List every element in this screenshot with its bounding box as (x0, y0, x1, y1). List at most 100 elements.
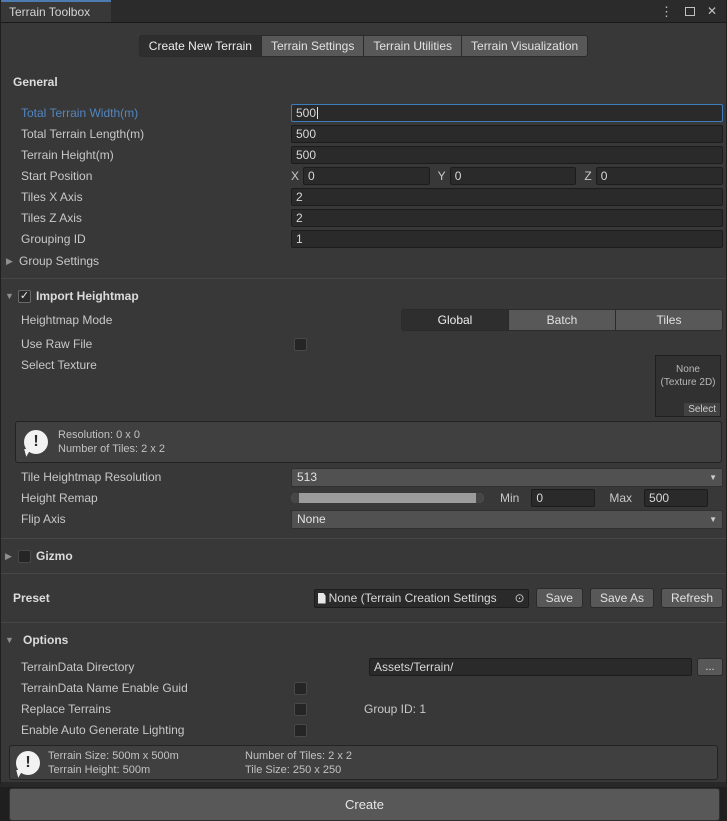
terrain-height-label: Terrain Height(m) (21, 148, 291, 162)
tiles-info-line: Number of Tiles: 2 x 2 (58, 442, 165, 456)
terrain-size-line: Terrain Size: 500m x 500m (48, 749, 245, 763)
height-remap-max-label: Max (609, 491, 632, 505)
total-terrain-width-label: Total Terrain Width(m) (21, 106, 291, 120)
total-terrain-length-row: Total Terrain Length(m) 500 (1, 124, 726, 144)
import-heightmap-foldout[interactable]: ▼ ✓ Import Heightmap (1, 285, 726, 307)
tiles-x-axis-input[interactable]: 2 (291, 188, 723, 206)
titlebar: Terrain Toolbox ⋮ ✕ (1, 0, 726, 23)
preset-save-as-button[interactable]: Save As (590, 588, 654, 608)
tab-terrain-settings[interactable]: Terrain Settings (261, 35, 364, 57)
general-section-header: General (1, 75, 726, 91)
heightmap-mode-row: Heightmap Mode Global Batch Tiles (1, 307, 726, 333)
divider (1, 573, 726, 574)
auto-generate-lighting-checkbox[interactable] (294, 724, 307, 737)
dropdown-arrow-icon: ▼ (709, 515, 717, 524)
texture-select-button[interactable]: Select (684, 403, 720, 416)
replace-terrains-checkbox[interactable] (294, 703, 307, 716)
start-position-label: Start Position (21, 169, 291, 183)
terrain-height-row: Terrain Height(m) 500 (1, 145, 726, 165)
height-remap-min-input[interactable]: 0 (531, 489, 595, 507)
start-position-z-input[interactable]: 0 (596, 167, 723, 185)
preset-object-value: None (Terrain Creation Settings (329, 591, 497, 605)
divider (1, 622, 726, 623)
terraindata-name-guid-row: TerrainData Name Enable Guid (1, 678, 726, 698)
heightmap-mode-tiles-button[interactable]: Tiles (615, 309, 723, 331)
start-position-x-label: X (291, 169, 299, 183)
main-toolbar: Create New Terrain Terrain Settings Terr… (1, 23, 726, 69)
use-raw-file-row: Use Raw File (1, 334, 726, 354)
tiles-z-axis-row: Tiles Z Axis 2 (1, 208, 726, 228)
import-heightmap-label: Import Heightmap (36, 289, 139, 303)
browse-button[interactable]: ... (697, 658, 723, 676)
terrain-summary-box: ! Terrain Size: 500m x 500m Terrain Heig… (9, 745, 718, 780)
close-icon[interactable]: ✕ (707, 5, 717, 17)
gizmo-foldout[interactable]: ▶ Gizmo (1, 545, 726, 567)
import-heightmap-checkbox[interactable]: ✓ (18, 290, 31, 303)
options-label: Options (23, 633, 68, 647)
window-controls: ⋮ ✕ (660, 0, 726, 22)
use-raw-file-label: Use Raw File (21, 337, 291, 351)
terraindata-name-guid-label: TerrainData Name Enable Guid (21, 681, 291, 695)
grouping-id-input[interactable]: 1 (291, 230, 723, 248)
window-tab-terrain-toolbox[interactable]: Terrain Toolbox (1, 0, 111, 22)
select-texture-label: Select Texture (21, 355, 291, 372)
heightmap-mode-group: Global Batch Tiles (401, 309, 723, 331)
terrain-height-input[interactable]: 500 (291, 146, 723, 164)
preset-save-button[interactable]: Save (536, 588, 583, 608)
resolution-info-line: Resolution: 0 x 0 (58, 428, 165, 442)
total-terrain-length-label: Total Terrain Length(m) (21, 127, 291, 141)
options-foldout[interactable]: ▼ Options (1, 629, 726, 651)
chevron-right-icon: ▶ (5, 552, 18, 561)
document-icon (318, 593, 326, 604)
flip-axis-dropdown[interactable]: None ▼ (291, 510, 723, 529)
auto-generate-lighting-row: Enable Auto Generate Lighting (1, 720, 726, 740)
total-terrain-width-input[interactable]: 500 (291, 104, 723, 122)
group-settings-label: Group Settings (19, 254, 99, 268)
object-picker-icon[interactable]: ⊙ (515, 591, 525, 605)
replace-terrains-row: Replace Terrains Group ID: 1 (1, 699, 726, 719)
window-title: Terrain Toolbox (9, 5, 90, 19)
preset-row: Preset None (Terrain Creation Settings ⊙… (1, 580, 726, 616)
start-position-y-input[interactable]: 0 (450, 167, 577, 185)
start-position-x-input[interactable]: 0 (303, 167, 430, 185)
start-position-y-label: Y (438, 169, 446, 183)
tab-create-new-terrain[interactable]: Create New Terrain (139, 35, 262, 57)
dropdown-arrow-icon: ▼ (709, 473, 717, 482)
tile-heightmap-resolution-dropdown[interactable]: 513 ▼ (291, 468, 723, 487)
use-raw-file-checkbox[interactable] (294, 338, 307, 351)
tiles-x-axis-label: Tiles X Axis (21, 190, 291, 204)
height-remap-slider[interactable] (291, 493, 484, 503)
slider-min-handle[interactable] (291, 493, 299, 503)
terrain-toolbox-window: Terrain Toolbox ⋮ ✕ Create New Terrain T… (0, 0, 727, 787)
texture-object-field[interactable]: None (Texture 2D) Select (655, 355, 721, 417)
preset-refresh-button[interactable]: Refresh (661, 588, 723, 608)
number-of-tiles-line: Number of Tiles: 2 x 2 (245, 749, 352, 763)
group-settings-foldout[interactable]: ▶ Group Settings (1, 250, 726, 272)
flip-axis-row: Flip Axis None ▼ (1, 509, 726, 529)
tiles-z-axis-input[interactable]: 2 (291, 209, 723, 227)
heightmap-mode-batch-button[interactable]: Batch (508, 309, 616, 331)
flip-axis-label: Flip Axis (21, 512, 291, 526)
height-remap-min-label: Min (500, 491, 519, 505)
heightmap-mode-global-button[interactable]: Global (401, 309, 509, 331)
tab-terrain-utilities[interactable]: Terrain Utilities (363, 35, 462, 57)
check-icon: ✓ (20, 291, 29, 302)
kebab-menu-icon[interactable]: ⋮ (660, 5, 673, 18)
heightmap-mode-label: Heightmap Mode (21, 313, 291, 327)
tiles-z-axis-label: Tiles Z Axis (21, 211, 291, 225)
total-terrain-length-input[interactable]: 500 (291, 125, 723, 143)
terraindata-name-guid-checkbox[interactable] (294, 682, 307, 695)
divider (1, 538, 726, 539)
maximize-icon[interactable] (685, 7, 695, 16)
preset-object-field[interactable]: None (Terrain Creation Settings ⊙ (314, 589, 529, 608)
chevron-down-icon: ▼ (5, 636, 18, 645)
terrain-height-line: Terrain Height: 500m (48, 763, 245, 777)
create-button[interactable]: Create (9, 788, 720, 821)
tab-terrain-visualization[interactable]: Terrain Visualization (461, 35, 588, 57)
slider-max-handle[interactable] (476, 493, 484, 503)
auto-generate-lighting-label: Enable Auto Generate Lighting (21, 723, 291, 737)
height-remap-max-input[interactable]: 500 (644, 489, 708, 507)
gizmo-checkbox[interactable] (18, 550, 31, 563)
terraindata-directory-input[interactable]: Assets/Terrain/ (369, 658, 692, 676)
replace-terrains-label: Replace Terrains (21, 702, 291, 716)
